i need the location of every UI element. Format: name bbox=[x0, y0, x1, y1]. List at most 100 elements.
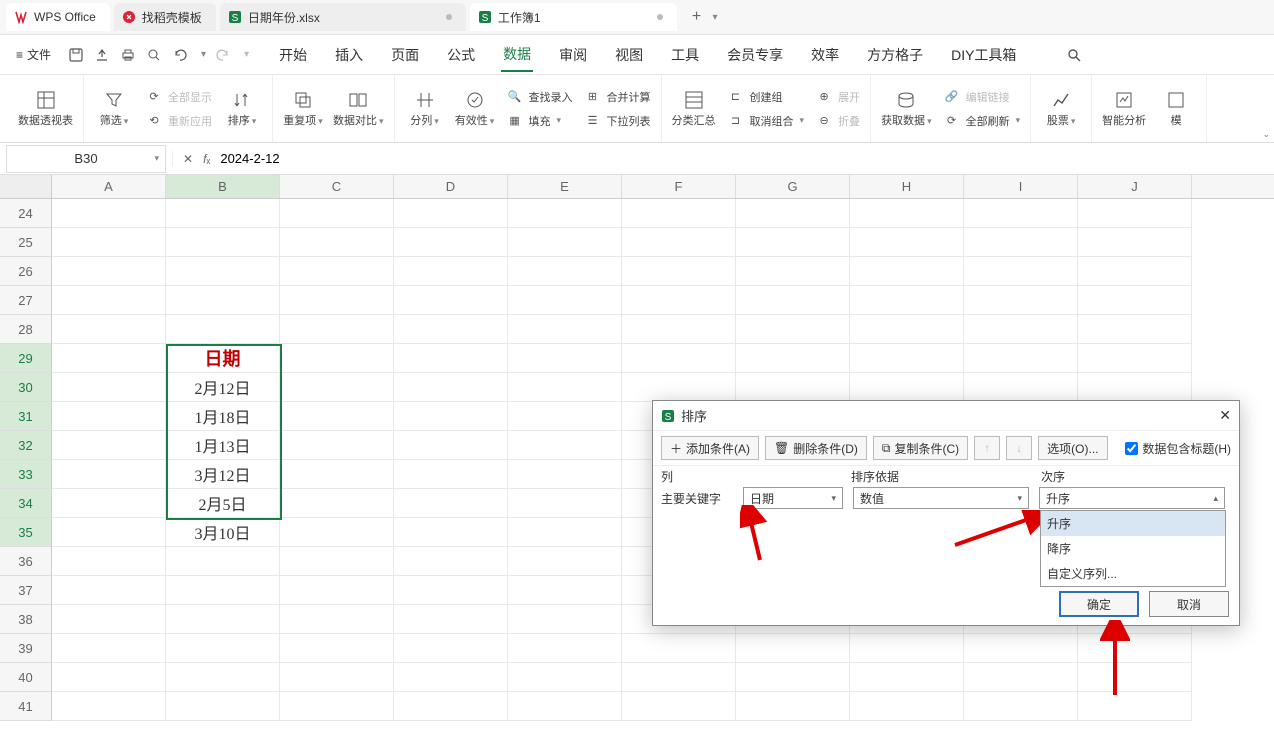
menu-formula[interactable]: 公式 bbox=[445, 39, 477, 71]
dropdown-list-button[interactable]: ☰下拉列表 bbox=[583, 110, 651, 132]
undo-icon[interactable] bbox=[171, 46, 189, 64]
cell[interactable] bbox=[964, 344, 1078, 373]
order-select[interactable]: 升序▴ 升序 降序 自定义序列... bbox=[1039, 487, 1225, 509]
menu-ffgz[interactable]: 方方格子 bbox=[865, 39, 925, 71]
cell[interactable] bbox=[1078, 692, 1192, 721]
show-all-button[interactable]: ⟳全部显示 bbox=[144, 86, 212, 108]
stocks-button[interactable]: 股票▾ bbox=[1041, 90, 1081, 128]
cell[interactable] bbox=[1078, 286, 1192, 315]
cell[interactable] bbox=[736, 692, 850, 721]
cell[interactable] bbox=[736, 373, 850, 402]
menu-diy[interactable]: DIY工具箱 bbox=[949, 39, 1018, 71]
cell[interactable] bbox=[394, 228, 508, 257]
cell[interactable] bbox=[52, 373, 166, 402]
cell[interactable] bbox=[394, 605, 508, 634]
lookup-button[interactable]: 🔍查找录入 bbox=[505, 86, 573, 108]
row-header[interactable]: 25 bbox=[0, 228, 52, 257]
cell[interactable] bbox=[964, 257, 1078, 286]
cell[interactable] bbox=[508, 576, 622, 605]
cell[interactable] bbox=[1078, 228, 1192, 257]
cell[interactable] bbox=[508, 547, 622, 576]
text-to-cols-button[interactable]: 分列▾ bbox=[405, 86, 445, 132]
col-header[interactable]: H bbox=[850, 175, 964, 198]
cell[interactable] bbox=[280, 634, 394, 663]
tab-template[interactable]: 找稻壳模板 bbox=[114, 3, 216, 31]
cell[interactable] bbox=[1078, 257, 1192, 286]
pivot-table-button[interactable]: 数据透视表 bbox=[18, 90, 73, 128]
cell[interactable] bbox=[508, 286, 622, 315]
cell[interactable] bbox=[508, 634, 622, 663]
cell[interactable] bbox=[850, 663, 964, 692]
cell[interactable] bbox=[280, 373, 394, 402]
col-header[interactable]: G bbox=[736, 175, 850, 198]
cell[interactable]: 2月5日 bbox=[166, 489, 280, 518]
cell[interactable] bbox=[850, 286, 964, 315]
cell[interactable] bbox=[52, 315, 166, 344]
file-menu[interactable]: ≡ 文件 bbox=[8, 42, 59, 67]
close-icon[interactable]: ✕ bbox=[1219, 407, 1231, 424]
cell[interactable] bbox=[166, 315, 280, 344]
filter-button[interactable]: 筛选▾ bbox=[94, 86, 134, 132]
cell[interactable] bbox=[280, 228, 394, 257]
row-header[interactable]: 28 bbox=[0, 315, 52, 344]
cell[interactable] bbox=[736, 228, 850, 257]
cell[interactable] bbox=[394, 402, 508, 431]
cell[interactable] bbox=[166, 692, 280, 721]
cell[interactable] bbox=[166, 257, 280, 286]
column-select[interactable]: 日期▾ bbox=[743, 487, 843, 509]
cell[interactable] bbox=[394, 663, 508, 692]
row-header[interactable]: 32 bbox=[0, 431, 52, 460]
cell[interactable] bbox=[394, 286, 508, 315]
ungroup-button[interactable]: ⊐取消组合▾ bbox=[726, 110, 805, 132]
menu-view[interactable]: 视图 bbox=[613, 39, 645, 71]
cell[interactable] bbox=[166, 576, 280, 605]
cell[interactable] bbox=[622, 373, 736, 402]
cell[interactable] bbox=[52, 431, 166, 460]
cell[interactable] bbox=[52, 286, 166, 315]
refresh-all-button[interactable]: ⟳全部刷新▾ bbox=[942, 110, 1021, 132]
row-header[interactable]: 26 bbox=[0, 257, 52, 286]
cell[interactable] bbox=[394, 692, 508, 721]
duplicates-button[interactable]: 重复项▾ bbox=[283, 90, 323, 128]
cell[interactable] bbox=[394, 344, 508, 373]
row-header[interactable]: 40 bbox=[0, 663, 52, 692]
cell[interactable] bbox=[850, 344, 964, 373]
row-header[interactable]: 37 bbox=[0, 576, 52, 605]
col-header[interactable]: F bbox=[622, 175, 736, 198]
formula-input[interactable] bbox=[220, 151, 820, 166]
cell[interactable] bbox=[508, 431, 622, 460]
ok-button[interactable]: 确定 bbox=[1059, 591, 1139, 617]
tab-file2[interactable]: S 工作簿1 bbox=[470, 3, 677, 31]
row-header[interactable]: 34 bbox=[0, 489, 52, 518]
cell[interactable] bbox=[736, 315, 850, 344]
cell[interactable]: 1月18日 bbox=[166, 402, 280, 431]
print-icon[interactable] bbox=[119, 46, 137, 64]
menu-insert[interactable]: 插入 bbox=[333, 39, 365, 71]
cell[interactable] bbox=[394, 460, 508, 489]
col-header[interactable]: I bbox=[964, 175, 1078, 198]
cell[interactable] bbox=[964, 373, 1078, 402]
cell[interactable] bbox=[166, 634, 280, 663]
undo-dropdown-icon[interactable]: ▾ bbox=[201, 49, 206, 60]
cell[interactable] bbox=[166, 663, 280, 692]
cell[interactable] bbox=[1078, 344, 1192, 373]
cell[interactable] bbox=[508, 228, 622, 257]
print-preview-icon[interactable] bbox=[145, 46, 163, 64]
row-header[interactable]: 35 bbox=[0, 518, 52, 547]
reapply-button[interactable]: ⟲重新应用 bbox=[144, 110, 212, 132]
cell[interactable]: 2月12日 bbox=[166, 373, 280, 402]
cell[interactable] bbox=[508, 257, 622, 286]
tab-wps-office[interactable]: WPS Office bbox=[6, 3, 110, 31]
tab-overflow-icon[interactable]: ▾ bbox=[713, 12, 718, 23]
get-data-button[interactable]: 获取数据▾ bbox=[881, 86, 932, 132]
cell[interactable] bbox=[280, 576, 394, 605]
cell[interactable] bbox=[280, 315, 394, 344]
sort-button[interactable]: 排序▾ bbox=[222, 86, 262, 132]
cell[interactable] bbox=[394, 547, 508, 576]
options-button[interactable]: 选项(O)... bbox=[1038, 436, 1107, 460]
redo-dropdown-icon[interactable]: ▾ bbox=[244, 49, 249, 60]
row-header[interactable]: 29 bbox=[0, 344, 52, 373]
smart-analysis-button[interactable]: 智能分析 bbox=[1102, 90, 1146, 128]
menu-start[interactable]: 开始 bbox=[277, 39, 309, 71]
move-down-button[interactable]: ↓ bbox=[1006, 436, 1032, 460]
